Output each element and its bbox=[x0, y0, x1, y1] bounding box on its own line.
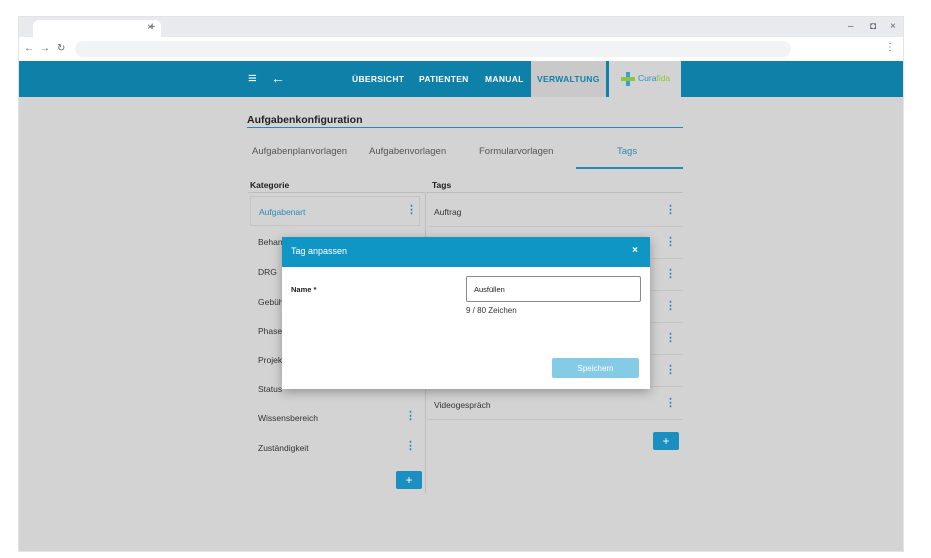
new-tab-icon[interactable]: + bbox=[149, 21, 155, 33]
kategorie-item-label: Phase bbox=[258, 326, 283, 336]
kategorie-item-zustaendigkeit[interactable]: Zuständigkeit ⋮ bbox=[250, 433, 420, 463]
kebab-menu-icon[interactable]: ⋮ bbox=[665, 333, 676, 344]
browser-tabbar: × + – ◘ × bbox=[19, 17, 903, 37]
tag-item-label: Auftrag bbox=[434, 207, 462, 217]
kebab-menu-icon[interactable]: ⋮ bbox=[405, 441, 416, 452]
reload-icon[interactable]: ↻ bbox=[57, 43, 65, 54]
browser-tab[interactable]: × bbox=[33, 20, 161, 37]
page-title: Aufgabenkonfiguration bbox=[247, 114, 363, 126]
logo-text: Curafida bbox=[638, 73, 671, 83]
nav-uebersicht[interactable]: ÜBERSICHT bbox=[352, 61, 404, 97]
kebab-menu-icon[interactable]: ⋮ bbox=[665, 237, 676, 248]
kategorie-item-wissensbereich[interactable]: Wissensbereich ⋮ bbox=[250, 403, 420, 433]
char-counter: 9 / 80 Zeichen bbox=[466, 306, 517, 315]
window-close-icon[interactable]: × bbox=[890, 21, 896, 32]
kebab-menu-icon[interactable]: ⋮ bbox=[665, 301, 676, 312]
kategorie-item-aufgabenart[interactable]: Aufgabenart ⋮ bbox=[250, 196, 420, 226]
name-input[interactable] bbox=[466, 276, 641, 302]
kebab-menu-icon[interactable]: ⋮ bbox=[406, 205, 417, 216]
kebab-menu-icon[interactable]: ⋮ bbox=[665, 269, 676, 280]
name-label: Name * bbox=[291, 285, 317, 294]
add-tag-button[interactable]: + bbox=[653, 432, 679, 450]
tag-item-videogespraech[interactable]: Videogespräch ⋮ bbox=[428, 390, 683, 420]
kategorie-item-label: Status bbox=[258, 384, 283, 394]
forward-icon[interactable]: → bbox=[40, 43, 50, 54]
curafida-logo: Curafida bbox=[609, 61, 681, 97]
restore-icon[interactable]: ◘ bbox=[870, 21, 876, 32]
tag-item-auftrag[interactable]: Auftrag ⋮ bbox=[428, 197, 683, 227]
kategorie-item-label: Wissensbereich bbox=[258, 413, 318, 423]
kebab-menu-icon[interactable]: ⋮ bbox=[665, 398, 676, 409]
kategorie-item-label: Zuständigkeit bbox=[258, 443, 309, 453]
kategorie-item-label: DRG bbox=[258, 267, 277, 277]
close-icon[interactable]: × bbox=[632, 245, 638, 256]
browser-menu-icon[interactable]: ⋮ bbox=[885, 42, 895, 53]
nav-manual[interactable]: MANUAL bbox=[485, 61, 524, 97]
kategorie-item-label: Behan bbox=[258, 237, 283, 247]
kategorie-item-label: Projek bbox=[258, 355, 283, 365]
active-tab-indicator bbox=[576, 167, 683, 169]
kebab-menu-icon[interactable]: ⋮ bbox=[665, 365, 676, 376]
add-kategorie-button[interactable]: + bbox=[396, 471, 422, 489]
app-toolbar: ≡ ← ÜBERSICHT PATIENTEN MANUAL VERWALTUN… bbox=[19, 61, 903, 97]
tab-aufgabenplanvorlagen[interactable]: Aufgabenplanvorlagen bbox=[252, 146, 347, 157]
kategorie-header-line bbox=[248, 192, 425, 193]
nav-verwaltung[interactable]: VERWALTUNG bbox=[531, 61, 606, 97]
tab-aufgabenvorlagen[interactable]: Aufgabenvorlagen bbox=[369, 146, 446, 157]
row-divider bbox=[428, 419, 683, 420]
menu-icon[interactable]: ≡ bbox=[248, 70, 257, 87]
tag-edit-dialog: Tag anpassen × Name * 9 / 80 Zeichen Spe… bbox=[282, 237, 650, 389]
back-icon[interactable]: ← bbox=[24, 43, 34, 54]
tags-header-line bbox=[426, 192, 683, 193]
dialog-header: Tag anpassen × bbox=[282, 237, 650, 267]
address-bar: ← → ↻ ⋮ bbox=[19, 37, 903, 61]
minimize-icon[interactable]: – bbox=[848, 21, 854, 32]
kategorie-item-label: Aufgabenart bbox=[259, 207, 306, 217]
browser-window: × + – ◘ × ← → ↻ ⋮ ≡ ← ÜBERSICHT PATIENTE… bbox=[18, 16, 904, 552]
tab-tags[interactable]: Tags bbox=[617, 146, 637, 157]
kebab-menu-icon[interactable]: ⋮ bbox=[405, 411, 416, 422]
back-arrow-icon[interactable]: ← bbox=[271, 70, 285, 86]
dialog-title: Tag anpassen bbox=[291, 246, 348, 256]
title-divider bbox=[247, 127, 683, 128]
url-input[interactable] bbox=[75, 41, 791, 57]
cross-logo-icon bbox=[621, 72, 635, 86]
nav-patienten[interactable]: PATIENTEN bbox=[419, 61, 469, 97]
kebab-menu-icon[interactable]: ⋮ bbox=[665, 205, 676, 216]
kategorie-item-label: Gebüh bbox=[258, 297, 284, 307]
kategorie-header: Kategorie bbox=[250, 180, 290, 190]
tab-formularvorlagen[interactable]: Formularvorlagen bbox=[479, 146, 553, 157]
tags-header: Tags bbox=[432, 180, 452, 190]
tag-item-label: Videogespräch bbox=[434, 400, 491, 410]
save-button[interactable]: Speichern bbox=[552, 358, 639, 378]
row-divider bbox=[428, 226, 683, 227]
